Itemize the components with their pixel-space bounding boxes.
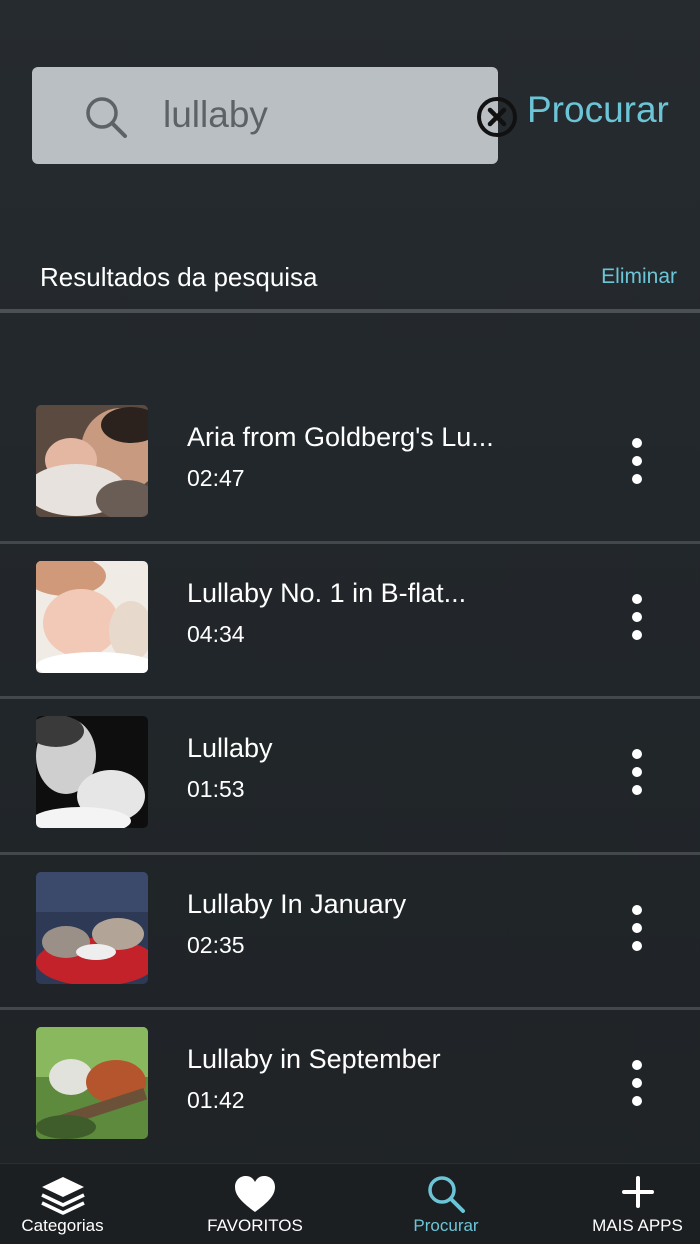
plus-icon <box>621 1176 654 1208</box>
tab-procurar[interactable]: Procurar <box>382 1164 510 1244</box>
track-title: Lullaby <box>187 733 273 763</box>
more-options-icon[interactable] <box>617 438 657 488</box>
divider <box>0 309 700 313</box>
search-icon <box>428 1176 465 1213</box>
tab-label: Procurar <box>413 1216 479 1235</box>
track-duration: 01:53 <box>187 776 245 802</box>
results-list: Aria from Goldberg's Lu... 02:47 Lullaby… <box>0 388 700 1166</box>
more-options-icon[interactable] <box>617 904 657 955</box>
bottom-tab-bar: Categorias FAVORITOS Procurar MAIS APPS <box>0 1163 700 1244</box>
track-title: Lullaby No. 1 in B-flat... <box>187 577 467 608</box>
track-thumbnail <box>36 405 148 517</box>
tab-favoritos[interactable]: FAVORITOS <box>190 1164 320 1244</box>
track-thumbnail <box>36 1027 148 1139</box>
search-button[interactable]: Procurar <box>527 86 677 134</box>
track-thumbnail <box>36 871 148 984</box>
track-duration: 02:35 <box>187 931 245 958</box>
tab-mais-apps[interactable]: MAIS APPS <box>580 1164 695 1244</box>
track-duration: 01:42 <box>187 1087 245 1113</box>
tab-label: MAIS APPS <box>592 1216 683 1235</box>
search-icon <box>86 97 127 138</box>
track-title: Lullaby In January <box>187 888 407 919</box>
layers-icon <box>40 1177 85 1215</box>
tab-categorias[interactable]: Categorias <box>0 1164 125 1244</box>
clear-search-icon[interactable] <box>475 95 519 139</box>
track-thumbnail <box>36 716 148 828</box>
search-input[interactable] <box>163 91 443 139</box>
more-options-icon[interactable] <box>617 749 657 799</box>
results-heading: Resultados da pesquisa <box>40 262 318 292</box>
list-item[interactable]: Lullaby 01:53 <box>0 699 700 855</box>
list-item[interactable]: Lullaby In January 02:35 <box>0 855 700 1010</box>
track-title: Aria from Goldberg's Lu... <box>187 422 494 452</box>
more-options-icon[interactable] <box>617 1060 657 1110</box>
search-bar[interactable] <box>32 67 517 164</box>
heart-icon <box>235 1176 275 1212</box>
tab-label: FAVORITOS <box>207 1216 303 1235</box>
track-duration: 04:34 <box>187 620 245 647</box>
list-item[interactable]: Lullaby No. 1 in B-flat... 04:34 <box>0 544 700 699</box>
clear-results-link[interactable]: Eliminar <box>601 265 677 289</box>
app-screen: Procurar Resultados da pesquisa Eliminar… <box>0 0 700 1244</box>
track-title: Lullaby in September <box>187 1044 441 1074</box>
tab-label: Categorias <box>21 1216 104 1235</box>
track-thumbnail <box>36 560 148 673</box>
more-options-icon[interactable] <box>617 593 657 644</box>
list-item[interactable]: Aria from Goldberg's Lu... 02:47 <box>0 388 700 544</box>
list-item[interactable]: Lullaby in September 01:42 <box>0 1010 700 1166</box>
track-duration: 02:47 <box>187 465 245 491</box>
